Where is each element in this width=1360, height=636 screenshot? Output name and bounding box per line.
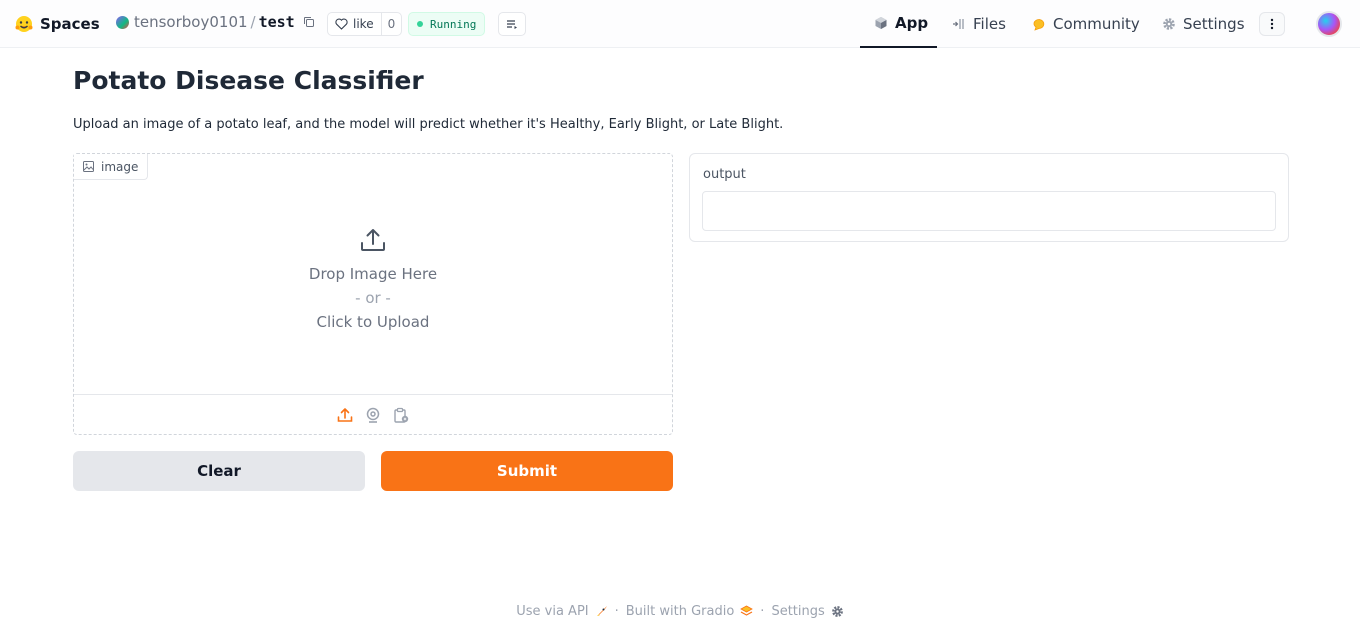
like-button[interactable]: like 0 xyxy=(327,12,403,36)
status-label: Running xyxy=(430,17,477,31)
clipboard-icon xyxy=(394,407,409,423)
user-avatar[interactable] xyxy=(1316,11,1342,37)
or-separator-text: - or - xyxy=(355,289,391,307)
clear-button[interactable]: Clear xyxy=(73,451,365,491)
tab-files[interactable]: Files xyxy=(952,0,1006,48)
top-navbar: Spaces tensorboy0101 / test like 0 Runni… xyxy=(0,0,1360,48)
webcam-icon xyxy=(366,407,380,423)
output-textbox[interactable] xyxy=(702,191,1276,231)
image-source-selector xyxy=(74,394,672,434)
breadcrumb-separator: / xyxy=(250,13,256,31)
vertical-dots-icon xyxy=(1270,18,1274,30)
output-label: output xyxy=(703,167,746,182)
logs-button[interactable] xyxy=(498,12,526,36)
gradio-logo-icon xyxy=(740,605,754,616)
status-badge[interactable]: Running xyxy=(408,12,486,36)
built-with-gradio-link[interactable]: Built with Gradio xyxy=(626,604,735,619)
repo-name-link[interactable]: test xyxy=(259,13,295,31)
tab-app[interactable]: App xyxy=(860,0,937,48)
tab-community[interactable]: Community xyxy=(1032,0,1140,48)
upload-source-icon xyxy=(337,407,353,422)
tab-settings[interactable]: Settings xyxy=(1162,0,1245,48)
list-icon xyxy=(507,20,517,29)
community-icon xyxy=(1033,19,1045,31)
drop-area[interactable]: Drop Image Here - or - Click to Upload xyxy=(74,214,672,334)
brand-label: Spaces xyxy=(40,15,100,33)
hugging-face-logo-icon xyxy=(15,16,33,32)
footer-separator: · xyxy=(614,604,619,619)
drop-image-text: Drop Image Here xyxy=(308,265,438,283)
tab-settings-label: Settings xyxy=(1183,15,1245,33)
gear-icon xyxy=(831,606,843,617)
rocket-icon xyxy=(596,606,607,616)
submit-button[interactable]: Submit xyxy=(381,451,673,491)
files-icon xyxy=(953,19,964,29)
upload-icon xyxy=(361,229,385,251)
source-webcam-button[interactable] xyxy=(364,406,382,424)
image-label-text: image xyxy=(101,159,139,174)
tab-community-label: Community xyxy=(1053,15,1140,33)
running-status-dot xyxy=(417,21,423,27)
more-options-button[interactable] xyxy=(1259,12,1285,36)
like-label: like xyxy=(353,17,374,31)
image-input-label: image xyxy=(74,154,149,180)
page-title: Potato Disease Classifier xyxy=(73,66,424,95)
image-upload-dropzone[interactable]: image Drop Image Here - or - Click to Up… xyxy=(73,153,673,435)
footer-separator: · xyxy=(760,604,765,619)
page-description: Upload an image of a potato leaf, and th… xyxy=(73,117,784,132)
like-count[interactable]: 0 xyxy=(380,13,402,35)
source-upload-button[interactable] xyxy=(336,406,354,424)
footer-settings-link[interactable]: Settings xyxy=(771,604,824,619)
spaces-brand-link[interactable]: Spaces xyxy=(14,12,100,36)
copy-icon[interactable] xyxy=(303,16,315,28)
tab-app-label: App xyxy=(895,14,929,32)
gear-icon xyxy=(1163,18,1175,30)
tab-files-label: Files xyxy=(973,15,1006,33)
footer: Use via API · Built with Gradio · Settin… xyxy=(0,604,1360,619)
click-to-upload-text: Click to Upload xyxy=(316,313,430,331)
owner-avatar xyxy=(116,15,129,29)
heart-icon xyxy=(335,18,348,30)
use-via-api-link[interactable]: Use via API xyxy=(516,604,588,619)
output-panel: output xyxy=(689,153,1289,242)
image-icon xyxy=(83,161,94,172)
source-clipboard-button[interactable] xyxy=(392,406,410,424)
cube-icon xyxy=(875,17,887,29)
owner-link[interactable]: tensorboy0101 xyxy=(134,13,248,31)
repo-breadcrumb: tensorboy0101 / test xyxy=(116,13,315,31)
